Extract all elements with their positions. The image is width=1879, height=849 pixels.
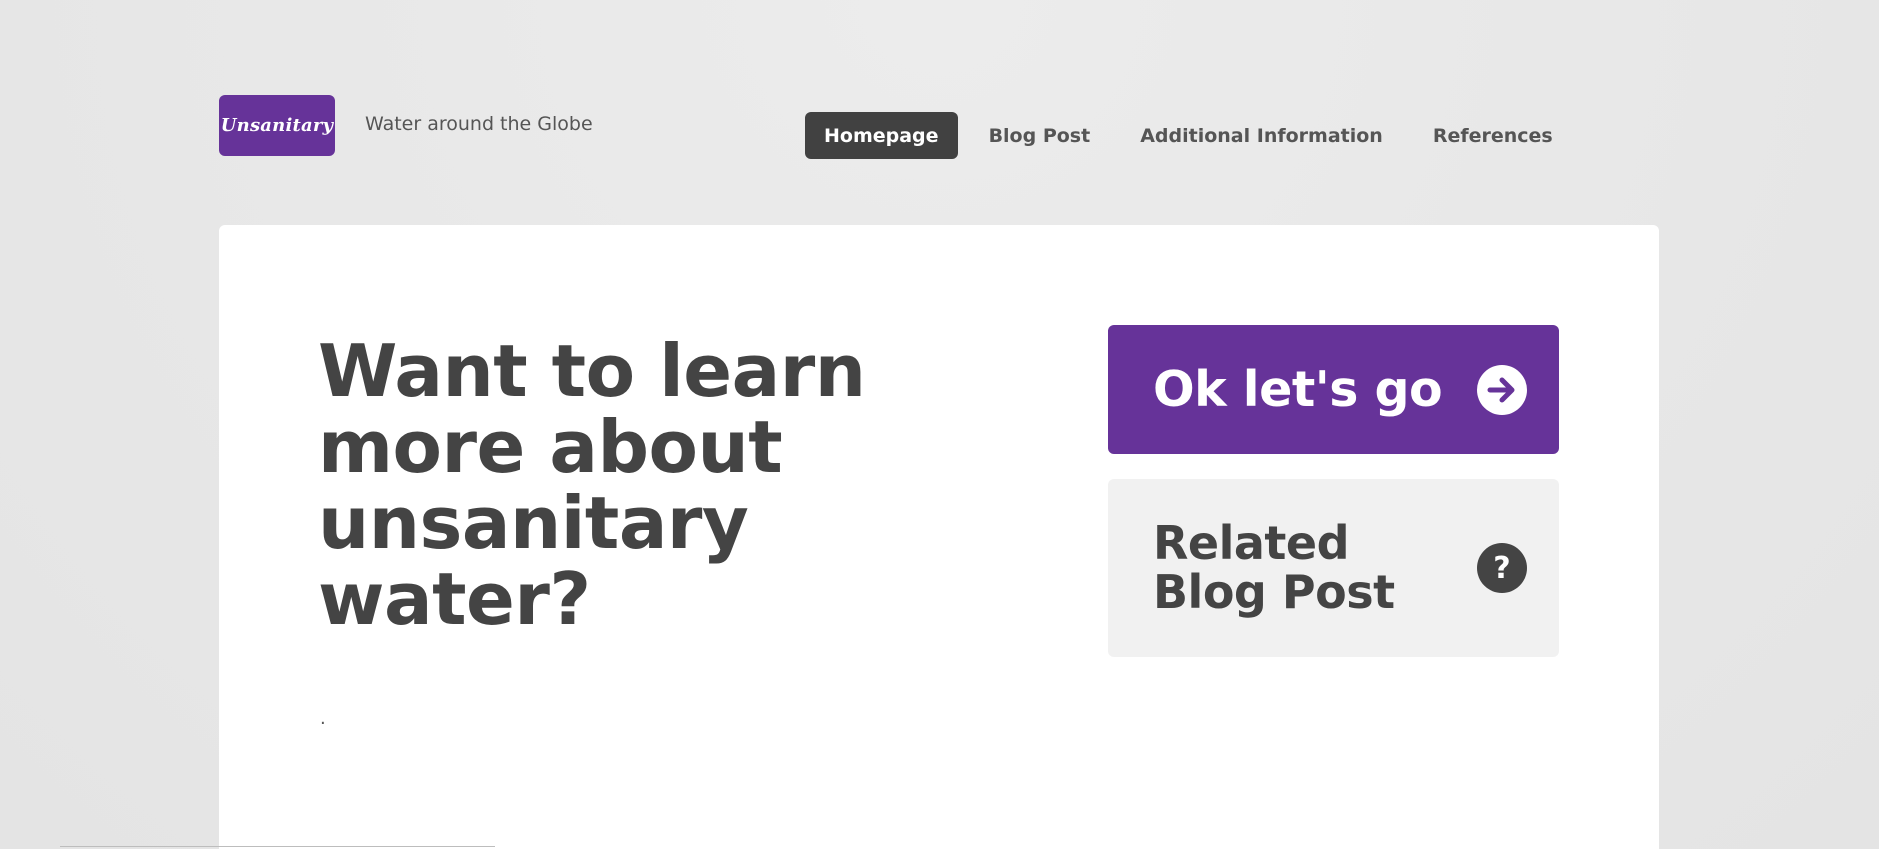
svg-text:?: ? [1493,551,1510,586]
footer-divider [60,846,495,847]
question-circle-icon: ? [1477,543,1527,593]
site-tagline: Water around the Globe [365,113,593,135]
related-blog-post-label: Related Blog Post [1153,516,1395,619]
main-nav: Homepage Blog Post Additional Informatio… [805,112,1572,159]
hero-note: . [320,708,326,729]
nav-item-homepage[interactable]: Homepage [805,112,958,159]
hero-headline: Want to learn more about unsanitary wate… [318,329,866,641]
nav-item-blog-post[interactable]: Blog Post [970,112,1110,159]
nav-item-additional-information[interactable]: Additional Information [1121,112,1402,159]
hero-card: Want to learn more about unsanitary wate… [219,225,1659,849]
nav-item-references[interactable]: References [1414,112,1572,159]
ok-lets-go-label: Ok let's go [1153,361,1443,418]
arrow-right-circle-icon [1477,364,1527,415]
related-blog-post-button[interactable]: Related Blog Post ? [1108,479,1559,657]
ok-lets-go-button[interactable]: Ok let's go [1108,325,1559,454]
logo-text: Unsanitary [220,115,334,136]
site-logo[interactable]: Unsanitary [219,95,335,156]
